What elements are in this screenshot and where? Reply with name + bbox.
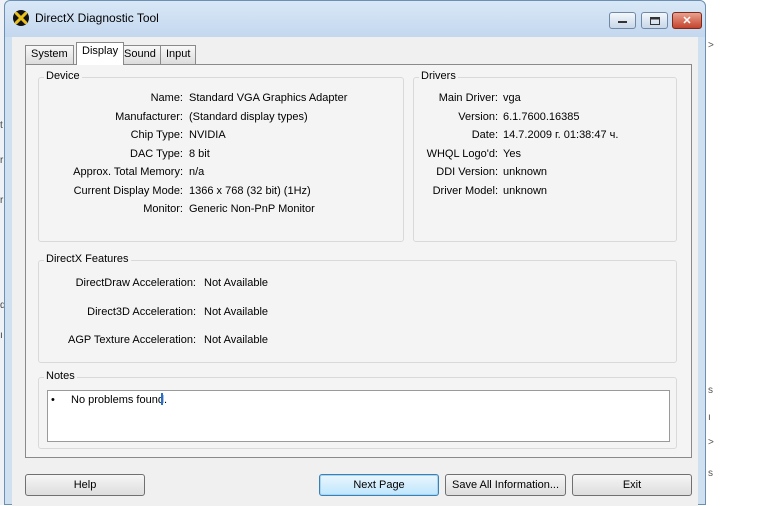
driver-value: vga — [503, 92, 521, 104]
directx-features-title: DirectX Features — [44, 253, 131, 265]
notes-text: No problems found. — [71, 394, 167, 406]
help-button[interactable]: Help — [25, 474, 145, 496]
maximize-icon — [649, 16, 660, 25]
device-value: (Standard display types) — [189, 111, 308, 123]
feature-value: Not Available — [204, 277, 269, 289]
notes-group-title: Notes — [44, 370, 77, 382]
drivers-group-title: Drivers — [419, 70, 458, 82]
device-label: Name: — [150, 92, 183, 104]
tab-input[interactable]: Input — [160, 45, 197, 64]
device-label: Current Display Mode: — [73, 185, 183, 197]
notes-group: Notes • No problems found. — [38, 370, 677, 449]
device-value: Standard VGA Graphics Adapter — [189, 92, 348, 104]
notes-bullet: • — [51, 394, 55, 406]
feature-label: Direct3D Acceleration: — [87, 306, 196, 318]
save-all-information-button[interactable]: Save All Information... — [445, 474, 566, 496]
background-fragment: ı — [708, 412, 711, 423]
maximize-button[interactable] — [641, 12, 668, 29]
device-label: Manufacturer: — [115, 111, 183, 123]
text-caret — [161, 393, 163, 405]
window-title: DirectX Diagnostic Tool — [35, 11, 159, 25]
title-bar[interactable]: DirectX Diagnostic Tool ✕ — [5, 1, 705, 37]
close-button[interactable]: ✕ — [672, 12, 702, 29]
directx-icon — [13, 10, 29, 26]
notes-text-area[interactable]: • No problems found. — [47, 390, 670, 442]
driver-label: Date: — [471, 129, 498, 141]
device-label: Approx. Total Memory: — [73, 166, 183, 178]
driver-value: Yes — [503, 148, 521, 160]
directx-features-group: DirectX Features DirectDraw Acceleration… — [38, 253, 677, 363]
driver-label: Driver Model: — [432, 185, 498, 197]
driver-value: unknown — [503, 185, 548, 197]
tab-sound[interactable]: Sound — [118, 45, 162, 64]
background-right-strip — [707, 0, 777, 505]
driver-label: WHQL Logo'd: — [426, 148, 498, 160]
device-label: DAC Type: — [130, 148, 183, 160]
background-fragment: t — [0, 120, 3, 131]
driver-value: unknown — [503, 166, 548, 178]
background-fragment: s — [708, 468, 713, 479]
minimize-button[interactable] — [609, 12, 636, 29]
background-fragment: s — [708, 385, 713, 396]
feature-value: Not Available — [204, 306, 269, 318]
minimize-icon — [618, 20, 627, 23]
drivers-group: Drivers Main Driver: vga Version: 6.1.76… — [413, 70, 677, 242]
background-fragment: > — [708, 437, 714, 448]
tab-display[interactable]: Display — [76, 42, 125, 65]
exit-button[interactable]: Exit — [572, 474, 692, 496]
device-value: n/a — [189, 166, 205, 178]
directx-diagnostic-window: DirectX Diagnostic Tool ✕ System Display… — [4, 0, 706, 506]
dialog-client-area: System Display Sound Input Device Name: … — [12, 37, 698, 506]
driver-label: DDI Version: — [436, 166, 498, 178]
device-group: Device Name: Standard VGA Graphics Adapt… — [38, 70, 404, 242]
device-label: Monitor: — [143, 203, 183, 215]
next-page-button[interactable]: Next Page — [319, 474, 439, 496]
display-tab-panel: Device Name: Standard VGA Graphics Adapt… — [25, 64, 692, 458]
device-value: Generic Non-PnP Monitor — [189, 203, 315, 215]
background-fragment: ı — [0, 330, 3, 341]
device-group-title: Device — [44, 70, 82, 82]
driver-label: Version: — [458, 111, 498, 123]
tab-system[interactable]: System — [25, 45, 74, 64]
driver-label: Main Driver: — [438, 92, 498, 104]
feature-label: AGP Texture Acceleration: — [68, 334, 196, 346]
close-icon: ✕ — [682, 15, 692, 27]
device-value: 1366 x 768 (32 bit) (1Hz) — [189, 185, 311, 197]
driver-value: 14.7.2009 г. 01:38:47 ч. — [503, 129, 619, 141]
driver-value: 6.1.7600.16385 — [503, 111, 580, 123]
background-fragment: > — [708, 40, 714, 51]
feature-label: DirectDraw Acceleration: — [75, 277, 196, 289]
feature-value: Not Available — [204, 334, 269, 346]
device-label: Chip Type: — [130, 129, 183, 141]
background-fragment: r — [0, 195, 4, 206]
device-value: 8 bit — [189, 148, 210, 160]
device-value: NVIDIA — [189, 129, 226, 141]
background-fragment: r — [0, 155, 4, 166]
